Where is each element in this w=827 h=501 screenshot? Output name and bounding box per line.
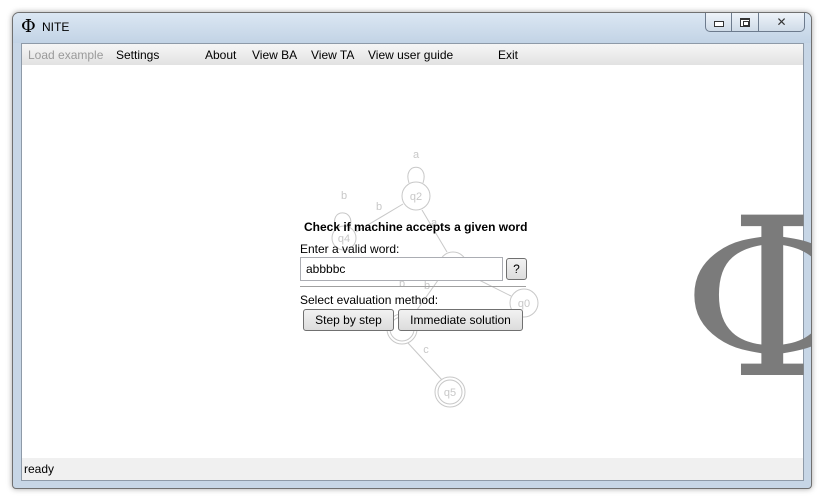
word-label: Enter a valid word: — [300, 242, 400, 256]
close-button[interactable]: ✕ — [759, 13, 805, 32]
maximize-icon — [740, 17, 750, 27]
status-text: ready — [24, 462, 55, 476]
phi-logo: Φ — [682, 189, 811, 409]
immediate-solution-button[interactable]: Immediate solution — [398, 309, 523, 331]
status-bar: ready — [22, 458, 803, 480]
window-title: NITE — [42, 20, 70, 34]
graph-state-label: q2 — [410, 191, 422, 203]
graph-edge-label: b — [341, 190, 347, 202]
maximize-button[interactable] — [732, 13, 759, 32]
word-input[interactable] — [300, 257, 503, 281]
help-button[interactable]: ? — [506, 258, 527, 280]
window-controls: ✕ — [705, 13, 805, 32]
graph-edge-label: c — [423, 344, 429, 356]
title-bar[interactable]: Φ NITE ✕ — [13, 13, 811, 43]
client-area: Load example Settings About View BA View… — [21, 43, 811, 481]
loop-q2 — [407, 166, 425, 184]
close-icon: ✕ — [776, 15, 787, 29]
graph-edge-label: b — [376, 201, 382, 213]
app-window: Φ NITE ✕ Load example Settings About Vie… — [12, 12, 812, 489]
dialog-title: Check if machine accepts a given word — [304, 220, 528, 234]
minimize-icon — [713, 21, 724, 27]
method-label: Select evaluation method: — [300, 293, 439, 307]
graph-state-label: q5 — [444, 387, 456, 399]
phi-app-icon: Φ — [21, 16, 36, 37]
minimize-button[interactable] — [705, 13, 732, 32]
step-by-step-button[interactable]: Step by step — [303, 309, 394, 331]
graph-edge-label: a — [413, 149, 420, 161]
separator — [300, 286, 526, 287]
